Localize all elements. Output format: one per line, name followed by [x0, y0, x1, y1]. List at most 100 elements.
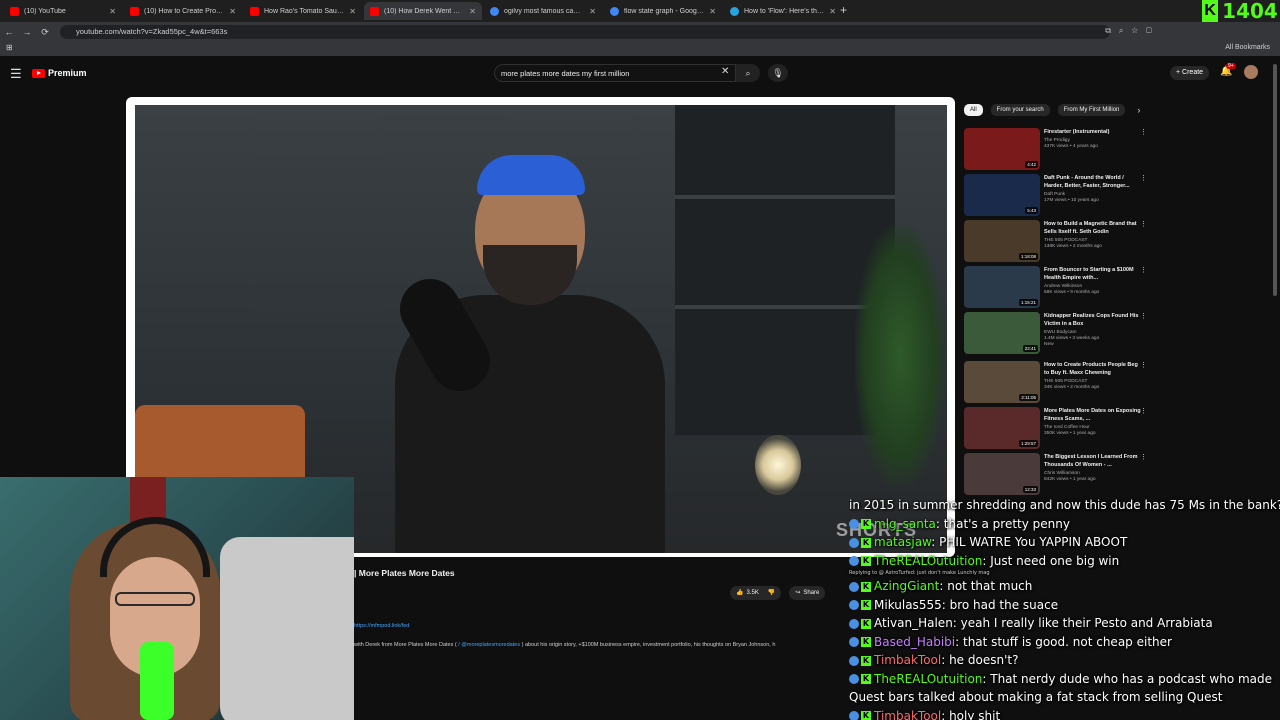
subscriber-badge-icon [849, 600, 859, 610]
close-tab-icon[interactable]: ✕ [349, 7, 356, 16]
account-avatar[interactable] [1244, 65, 1258, 79]
kick-badge-icon: K [861, 674, 871, 684]
recommendation-item[interactable]: 1:18:08 How to Build a Magnetic Brand th… [964, 220, 1154, 262]
youtube-header: ☰ Premium more plates more dates my firs… [0, 60, 1280, 88]
recommendation-item[interactable]: 5:43 Daft Punk - Around the World / Hard… [964, 174, 1154, 216]
notifications-bell-icon[interactable]: 🔔 9+ [1220, 63, 1236, 77]
more-options-icon[interactable]: ⋮ [1140, 361, 1147, 369]
video-thumbnail[interactable]: 4:42 [964, 128, 1040, 170]
recommendation-item[interactable]: 4:42 Firestarter (Instrumental) The Prodi… [964, 128, 1154, 170]
close-tab-icon[interactable]: ✕ [469, 7, 476, 16]
chat-message: K Mikulas555: bro had the suace [849, 596, 1280, 615]
subscriber-badge-icon [849, 519, 859, 529]
video-thumbnail[interactable]: 1:29:57 [964, 407, 1040, 449]
video-thumbnail[interactable]: 2:11:05 [964, 361, 1040, 403]
close-tab-icon[interactable]: ✕ [229, 7, 236, 16]
webcam-sofa [220, 537, 354, 720]
chat-message: K TimbakTool: he doesn't? [849, 651, 1280, 670]
close-tab-icon[interactable]: ✕ [709, 7, 716, 16]
site-favicon-icon [730, 6, 739, 16]
recommendation-item[interactable]: 1:29:57 More Plates More Dates on Exposi… [964, 407, 1154, 449]
recommendation-item[interactable]: 1:15:21 From Bouncer to Starting a $100M… [964, 266, 1154, 308]
chat-message: K TheREALOutuition: That nerdy dude who h… [849, 671, 1273, 704]
video-title: | More Plates More Dates [354, 568, 455, 578]
apps-grid-icon[interactable]: ⊞ [6, 43, 13, 52]
more-options-icon[interactable]: ⋮ [1140, 174, 1147, 182]
chip-from-channel[interactable]: From My First Million [1057, 104, 1126, 116]
browser-tab[interactable]: flow state graph - Google Sear✕ [604, 2, 722, 20]
streamer-webcam [0, 477, 354, 720]
kick-badge-icon: K [861, 655, 871, 666]
chat-message: in 2015 in summer shredding and now this… [849, 498, 1280, 512]
new-tab-button[interactable]: + [840, 3, 847, 17]
bookmarks-bar: ⊞ All Bookmarks [0, 42, 1280, 56]
youtube-favicon-icon [130, 6, 139, 16]
close-tab-icon[interactable]: ✕ [589, 7, 596, 16]
more-options-icon[interactable]: ⋮ [1140, 407, 1147, 415]
search-button[interactable]: ⌕ [736, 64, 760, 82]
google-favicon-icon [610, 6, 619, 16]
clear-search-icon[interactable]: ✕ [721, 66, 729, 77]
chat-reply-context: Replying to @ AstroTurfed: just don't ma… [849, 570, 990, 576]
close-tab-icon[interactable]: ✕ [829, 7, 836, 16]
more-options-icon[interactable]: ⋮ [1140, 128, 1147, 136]
share-button[interactable]: ↪ Share [789, 586, 826, 600]
kick-logo-icon: K [1202, 0, 1219, 22]
thumbs-down-icon[interactable]: 👎 [768, 586, 775, 600]
more-options-icon[interactable]: ⋮ [1140, 220, 1147, 228]
browser-tab[interactable]: ogilvy most famous campaigns✕ [484, 2, 602, 20]
chat-message: Kmlg_santa: that's a pretty penny [849, 515, 1280, 534]
recommendation-item[interactable]: 22:41 Kidnapper Realizes Cops Found His … [964, 312, 1154, 354]
description-link[interactable]: https://mfmpod.link/fed [354, 623, 409, 629]
search-input[interactable]: more plates more dates my first million [494, 64, 736, 82]
filter-chips: All From your search From My First Milli… [964, 104, 1140, 116]
video-plant [855, 225, 945, 485]
address-bar[interactable]: youtube.com/watch?v=Zkad55pc_4w&t=663s [60, 25, 1110, 39]
all-bookmarks-link[interactable]: All Bookmarks [1225, 44, 1270, 51]
kick-count: 1404 [1222, 0, 1278, 23]
recommendation-item[interactable]: 2:11:05 How to Create Products People Be… [964, 361, 1154, 403]
video-thumbnail[interactable]: 1:18:08 [964, 220, 1040, 262]
voice-search-icon[interactable]: 🎙 [768, 64, 788, 82]
browser-tab[interactable]: (10) YouTube ✕ [4, 2, 122, 20]
kick-badge-icon: K [861, 637, 871, 647]
kick-badge-icon: K [861, 537, 871, 548]
extensions-icon[interactable]: ⧉⌕☆▢ [1105, 26, 1160, 36]
description-text: with Derek from More Plates More Dates (… [354, 642, 776, 648]
live-chat-overlay: in 2015 in summer shredding and now this… [849, 496, 1280, 720]
forward-icon[interactable]: → [18, 27, 36, 37]
kick-badge-icon: K [861, 519, 871, 529]
more-options-icon[interactable]: ⋮ [1140, 453, 1147, 461]
back-icon[interactable]: ← [0, 27, 18, 37]
video-thumbnail[interactable]: 12:33 [964, 453, 1040, 495]
more-options-icon[interactable]: ⋮ [1140, 266, 1147, 274]
subscriber-badge-icon [849, 537, 859, 548]
reload-icon[interactable]: ⟳ [36, 27, 54, 38]
chip-from-your-search[interactable]: From your search [990, 104, 1050, 116]
glasses-icon [115, 592, 195, 606]
kick-badge-icon: K [861, 711, 871, 720]
video-thumbnail[interactable]: 22:41 [964, 312, 1040, 354]
page-scrollbar[interactable] [1273, 64, 1277, 296]
like-button[interactable]: 👍 3.5K 👎 [730, 586, 782, 600]
chip-all[interactable]: All [964, 104, 983, 116]
browser-tab[interactable]: How to 'Flow': Here's the most✕ [724, 2, 842, 20]
more-options-icon[interactable]: ⋮ [1140, 312, 1147, 320]
kick-badge-icon: K [861, 600, 871, 610]
chevron-right-icon[interactable]: › [1137, 105, 1140, 115]
logo-text: Premium [48, 68, 87, 78]
browser-tab-active[interactable]: (10) How Derek Went From ✕ [364, 2, 482, 20]
video-thumbnail[interactable]: 1:15:21 [964, 266, 1040, 308]
recommendation-item[interactable]: 12:33 The Biggest Lesson I Learned From … [964, 453, 1154, 495]
chat-message: Kmatasjaw: PHIL WATRE You YAPPIN ABOOT [849, 533, 1280, 552]
youtube-favicon-icon [250, 6, 259, 16]
video-thumbnail[interactable]: 5:43 [964, 174, 1040, 216]
create-button[interactable]: + Create [1170, 66, 1210, 80]
subscriber-badge-icon [849, 637, 859, 647]
hamburger-menu-icon[interactable]: ☰ [10, 66, 22, 82]
youtube-logo[interactable]: Premium [32, 68, 87, 78]
browser-tab[interactable]: (10) How to Create Products P✕ [124, 2, 242, 20]
close-tab-icon[interactable]: ✕ [109, 7, 116, 16]
browser-tab[interactable]: How Rao's Tomato Sauce Becam✕ [244, 2, 362, 20]
channel-handle-link[interactable]: / @moreplatesmoredates [458, 642, 520, 648]
